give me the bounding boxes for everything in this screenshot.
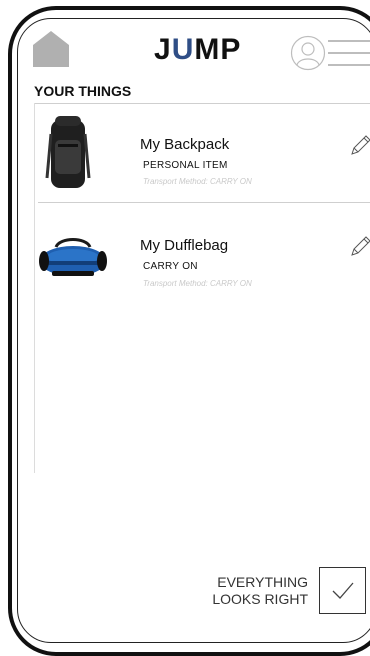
hamburger-menu-icon[interactable] <box>326 36 370 70</box>
logo-suffix: MP <box>194 33 242 66</box>
section-title: YOUR THINGS <box>34 83 132 99</box>
logo-accent: U <box>171 33 195 66</box>
duffel-bag-image <box>39 238 107 276</box>
item-transport-method: Transport Method: CARRY ON <box>143 177 252 186</box>
confirm-button[interactable] <box>319 567 366 614</box>
list-item-dufflebag[interactable]: My Dufflebag CARRY ON Transport Method: … <box>35 203 370 299</box>
logo-prefix: J <box>154 33 172 66</box>
user-avatar-icon[interactable] <box>290 35 326 71</box>
checkmark-icon <box>332 582 354 599</box>
backpack-image <box>45 116 91 188</box>
confirm-label: EVERYTHING LOOKS RIGHT <box>198 574 308 608</box>
pencil-icon[interactable] <box>350 235 370 257</box>
item-title: My Dufflebag <box>140 237 229 254</box>
confirm-label-line1: EVERYTHING <box>217 574 308 590</box>
item-title: My Backpack <box>140 136 230 153</box>
item-category: CARRY ON <box>143 261 198 272</box>
list-item-backpack[interactable]: My Backpack PERSONAL ITEM Transport Meth… <box>35 104 370 202</box>
home-icon[interactable] <box>31 29 71 67</box>
app-screen: JUMP YOUR THINGS My Backpack PERSONAL IT… <box>17 18 370 643</box>
item-category: PERSONAL ITEM <box>143 160 228 171</box>
app-logo: JUMP <box>154 33 241 67</box>
item-transport-method: Transport Method: CARRY ON <box>143 279 252 288</box>
pencil-icon[interactable] <box>350 134 370 156</box>
confirm-label-line2: LOOKS RIGHT <box>212 591 308 607</box>
